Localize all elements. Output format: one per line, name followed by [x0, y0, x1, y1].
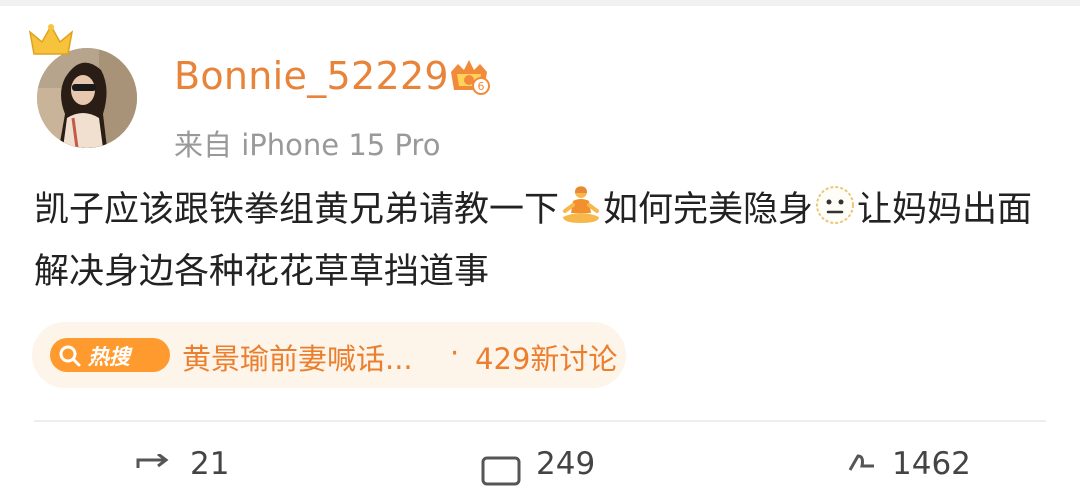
action-bar-divider [34, 420, 1046, 422]
meditating-person-icon [559, 183, 603, 244]
repost-icon [136, 454, 169, 468]
post-text-part1: 凯子应该跟铁拳组黄兄弟请教一下 [34, 190, 560, 230]
avatar[interactable] [37, 48, 137, 148]
post-content: 凯子应该跟铁拳组黄兄弟请教一下 如何完美隐身 让妈妈出面解决身边各种花花草草挡道事 [34, 182, 1044, 300]
vip-level: 6 [478, 80, 485, 93]
repost-count: 21 [190, 446, 230, 482]
hot-search-label: 热搜 [88, 345, 130, 369]
crown-icon [28, 24, 74, 55]
username[interactable]: Bonnie_52229 [174, 54, 449, 98]
like-count: 1462 [892, 446, 971, 482]
comment-count: 249 [536, 446, 596, 482]
post-source: 来自 iPhone 15 Pro [174, 128, 441, 162]
top-divider [0, 0, 1080, 6]
hot-topic-discussion-count: 429新讨论 [475, 342, 618, 376]
post-text-part2: 如何完美隐身 [603, 190, 814, 230]
search-icon [59, 345, 81, 367]
vip-crown-icon[interactable]: 6 [448, 56, 490, 96]
hot-topic-separator: · [450, 336, 460, 370]
avatar-container[interactable] [28, 24, 144, 152]
comment-icon [481, 456, 521, 486]
thumbs-up-icon [848, 454, 874, 471]
hot-search-chip[interactable]: 热搜 黄景瑜前妻喊话... · 429新讨论 [32, 322, 626, 388]
hot-search-badge: 热搜 [50, 338, 170, 372]
neutral-face-icon [813, 183, 857, 244]
hot-topic-title[interactable]: 黄景瑜前妻喊话... [182, 336, 413, 378]
avatar-photo [37, 48, 137, 148]
